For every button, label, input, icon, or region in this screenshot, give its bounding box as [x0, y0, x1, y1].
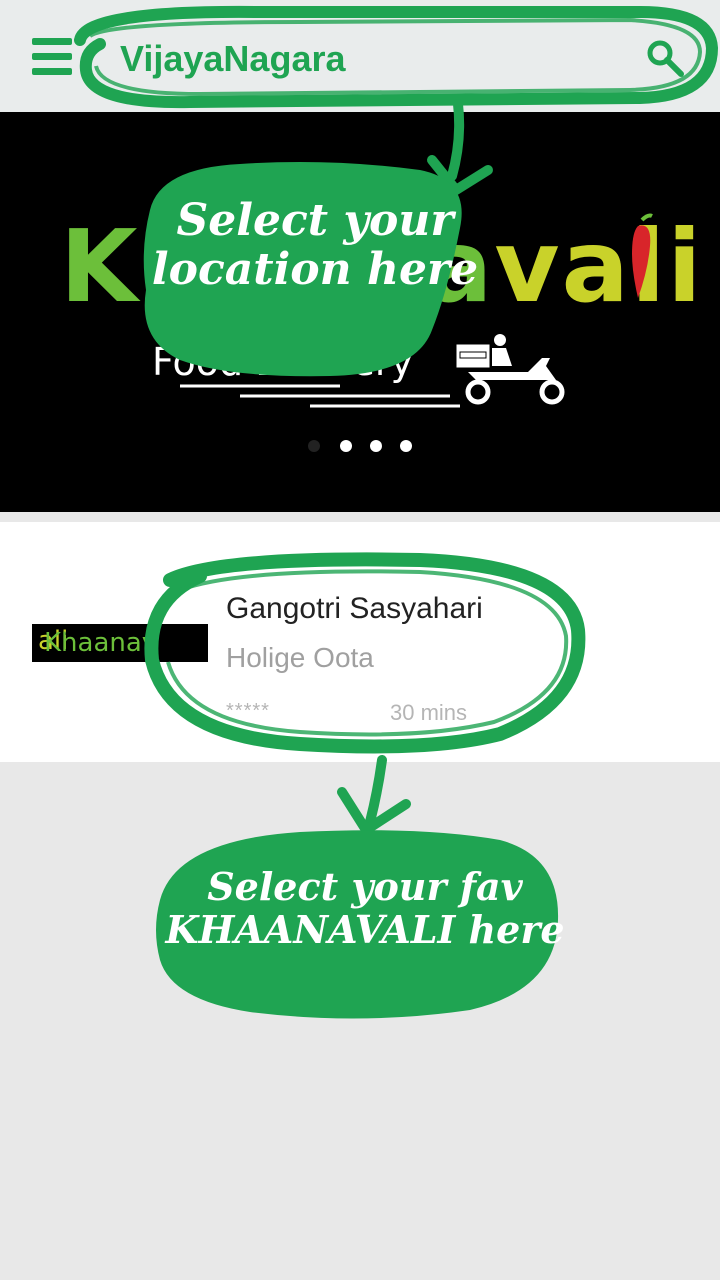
restaurant-list-item[interactable]: Khaanav ali Gangotri Sasyahari Holige Oot…	[0, 522, 720, 762]
chili-icon	[632, 213, 653, 298]
carousel-dot-4[interactable]	[400, 440, 412, 452]
hamburger-menu-icon[interactable]	[32, 38, 72, 76]
location-hint-text: Select your location here	[151, 195, 479, 296]
top-app-bar	[0, 0, 720, 112]
carousel-dot-3[interactable]	[370, 440, 382, 452]
banner-tagline: Food Delivery	[152, 340, 413, 384]
restaurant-rating: *****	[226, 700, 270, 722]
section-divider	[0, 512, 720, 522]
search-icon[interactable]	[645, 38, 685, 78]
speed-lines-decoration	[180, 384, 460, 408]
delivery-time: 30 mins	[390, 700, 468, 725]
delivery-scooter-icon	[455, 334, 565, 405]
location-search-input[interactable]	[120, 34, 620, 84]
restaurant-hint-text: Select your fav KHAANAVALI here	[165, 864, 565, 952]
restaurant-hint-arrow	[365, 755, 387, 827]
promo-banner-carousel[interactable]: Khaanavali Food Delivery	[0, 112, 720, 512]
restaurant-name: Gangotri Sasyahari	[226, 592, 483, 625]
restaurant-cuisine: Holige Oota	[226, 642, 374, 673]
carousel-dot-1[interactable]	[308, 440, 320, 452]
restaurant-logo: Khaanav ali	[32, 624, 208, 662]
carousel-dot-2[interactable]	[340, 440, 352, 452]
